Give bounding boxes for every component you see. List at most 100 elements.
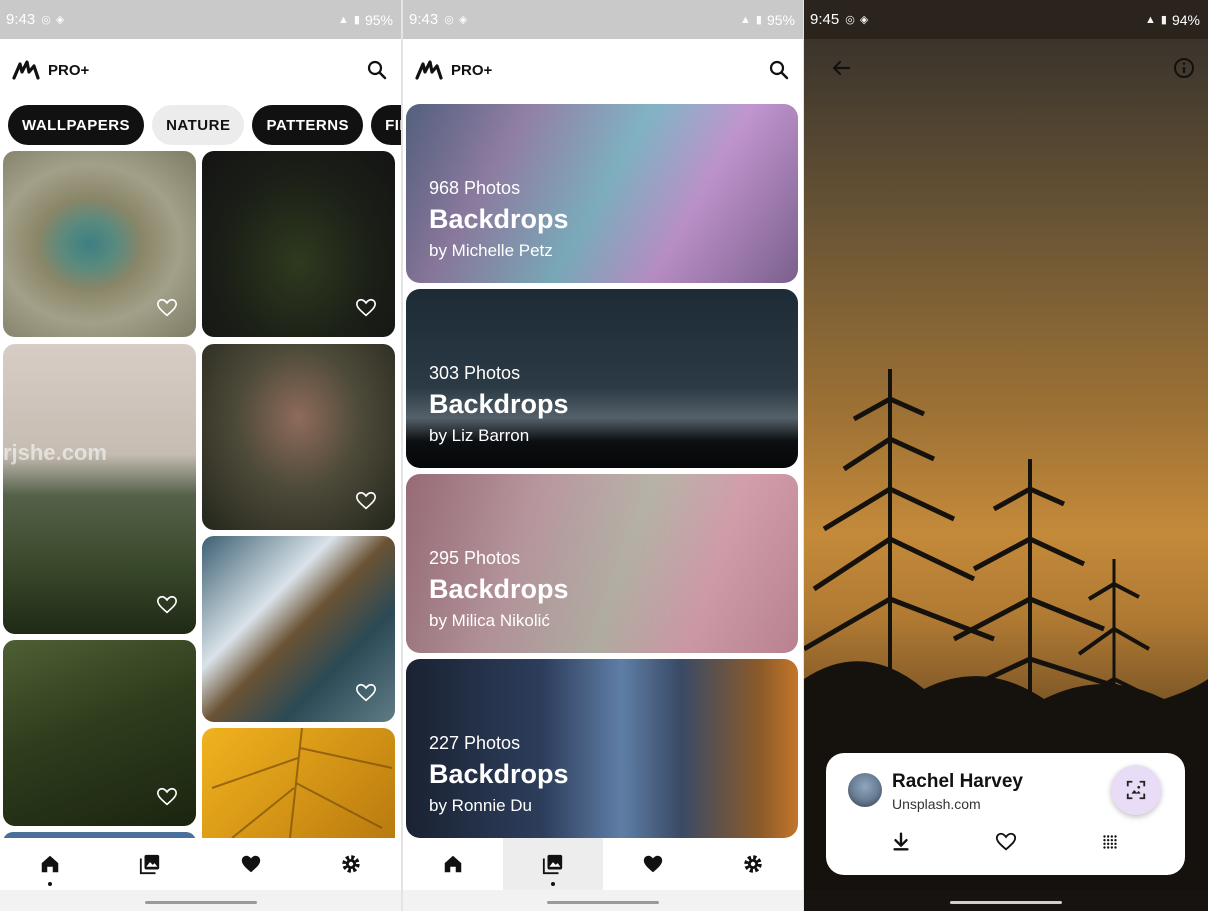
gear-icon xyxy=(744,855,762,873)
gesture-bar xyxy=(0,890,401,911)
notification-icon: ◎ xyxy=(41,14,51,26)
collection-count: 303 Photos xyxy=(429,363,521,383)
nav-collections[interactable] xyxy=(100,838,200,890)
bottom-navigation xyxy=(403,838,803,890)
photo-tile[interactable] xyxy=(202,728,395,838)
set-wallpaper-button[interactable] xyxy=(1111,765,1161,815)
battery-icon: ▮ xyxy=(1160,14,1167,26)
gesture-handle[interactable] xyxy=(547,901,659,904)
download-icon[interactable] xyxy=(890,831,912,853)
app-logo[interactable]: PRO+ xyxy=(415,58,492,82)
author-name[interactable]: Rachel Harvey xyxy=(892,771,1023,793)
photo-tile[interactable] xyxy=(202,151,395,337)
info-icon[interactable] xyxy=(1172,56,1196,80)
collection-card[interactable]: 227 Photos Backdrops by Ronnie Du xyxy=(406,659,798,838)
chip-nature[interactable]: NATURE xyxy=(152,105,245,145)
nav-home[interactable] xyxy=(403,838,503,890)
bottom-navigation xyxy=(0,838,401,890)
collections-icon xyxy=(140,854,160,875)
active-indicator xyxy=(551,882,555,886)
photo-tile[interactable] xyxy=(202,344,395,530)
battery-level: 95% xyxy=(364,11,393,28)
home-icon xyxy=(41,855,59,873)
chip-wallpapers[interactable]: WALLPAPERS xyxy=(8,105,145,145)
signal-icon: ▲ xyxy=(740,13,751,26)
status-time: 9:43 xyxy=(409,11,439,28)
battery-icon: ▮ xyxy=(353,14,360,26)
gesture-bar xyxy=(804,890,1208,911)
nav-settings[interactable] xyxy=(301,838,401,890)
app-logo[interactable]: PRO+ xyxy=(12,58,89,82)
wallpaper-icon xyxy=(1126,780,1146,800)
collection-name: Backdrops xyxy=(429,389,569,419)
status-bar: 9:45 ◎ ◈ ▲ ▮ 94% xyxy=(804,0,1208,39)
status-bar: 9:43 ◎ ◈ ▲ ▮ 95% xyxy=(0,0,401,39)
heart-outline-icon[interactable] xyxy=(355,490,377,512)
photo-tile[interactable] xyxy=(3,640,196,826)
category-chips: WALLPAPERS NATURE PATTERNS FILM xyxy=(8,105,401,145)
gesture-handle[interactable] xyxy=(144,901,257,904)
gesture-bar xyxy=(403,890,803,911)
app-bar: PRO+ xyxy=(403,39,803,101)
brand-label: PRO+ xyxy=(451,61,493,79)
dots-grid-icon[interactable] xyxy=(1099,831,1121,853)
collection-name: Backdrops xyxy=(429,759,569,789)
notification-icon: ◎ xyxy=(845,14,855,26)
nav-settings[interactable] xyxy=(703,838,803,890)
heart-outline-icon[interactable] xyxy=(995,831,1017,853)
home-screen: 9:43 ◎ ◈ ▲ ▮ 95% PRO+ WALLPAPERS NATURE … xyxy=(0,0,401,911)
battery-level: 95% xyxy=(766,11,795,28)
logo-icon xyxy=(12,60,40,80)
collections-icon xyxy=(542,854,563,875)
watermark-text: rjshe.com xyxy=(3,440,107,465)
logo-icon xyxy=(415,60,443,80)
leaf-veins xyxy=(211,728,393,838)
status-time: 9:45 xyxy=(810,11,840,28)
heart-outline-icon[interactable] xyxy=(156,786,178,808)
collection-card[interactable]: 303 Photos Backdrops by Liz Barron xyxy=(406,289,798,468)
collection-author: by Liz Barron xyxy=(429,426,530,445)
photo-tile[interactable]: rjshe.com xyxy=(3,344,196,634)
signal-icon: ▲ xyxy=(338,13,349,26)
heart-outline-icon[interactable] xyxy=(156,297,178,319)
arrow-back-icon[interactable] xyxy=(829,56,853,80)
notification-icon: ◈ xyxy=(859,14,869,26)
heart-outline-icon[interactable] xyxy=(156,594,178,616)
notification-icon: ◎ xyxy=(444,14,454,26)
nav-favorites[interactable] xyxy=(603,838,703,890)
photo-tile[interactable] xyxy=(3,151,196,337)
collection-count: 968 Photos xyxy=(429,178,521,198)
collection-author: by Ronnie Du xyxy=(429,796,533,815)
gesture-handle[interactable] xyxy=(950,901,1062,904)
chip-patterns[interactable]: PATTERNS xyxy=(252,105,364,145)
collection-count: 295 Photos xyxy=(429,548,521,568)
active-indicator xyxy=(48,882,53,886)
battery-icon: ▮ xyxy=(755,14,762,26)
search-icon xyxy=(769,60,789,80)
search-button[interactable] xyxy=(365,58,389,82)
avatar[interactable] xyxy=(848,773,882,807)
collection-name: Backdrops xyxy=(429,574,569,604)
heart-outline-icon[interactable] xyxy=(355,682,377,704)
app-bar: PRO+ xyxy=(0,39,401,101)
chip-film[interactable]: FILM xyxy=(371,105,401,145)
collection-card[interactable]: 295 Photos Backdrops by Milica Nikolić xyxy=(406,474,798,653)
nav-collections[interactable] xyxy=(503,838,603,890)
home-icon xyxy=(444,855,462,873)
photo-tile[interactable] xyxy=(202,536,395,722)
collection-card[interactable]: 968 Photos Backdrops by Michelle Petz xyxy=(406,104,798,283)
collection-author: by Milica Nikolić xyxy=(429,611,550,630)
brand-label: PRO+ xyxy=(48,61,90,79)
collection-author: by Michelle Petz xyxy=(429,241,553,260)
search-icon xyxy=(367,60,387,80)
nav-home[interactable] xyxy=(0,838,100,890)
photo-detail-screen: 9:45 ◎ ◈ ▲ ▮ 94% Rachel Harvey Unsplash.… xyxy=(804,0,1208,911)
photo-source[interactable]: Unsplash.com xyxy=(892,796,981,812)
status-time: 9:43 xyxy=(6,11,36,28)
collection-count: 227 Photos xyxy=(429,733,521,753)
nav-favorites[interactable] xyxy=(201,838,301,890)
heart-outline-icon[interactable] xyxy=(355,297,377,319)
search-button[interactable] xyxy=(767,58,791,82)
status-bar: 9:43 ◎ ◈ ▲ ▮ 95% xyxy=(403,0,803,39)
notification-icon: ◈ xyxy=(55,14,65,26)
